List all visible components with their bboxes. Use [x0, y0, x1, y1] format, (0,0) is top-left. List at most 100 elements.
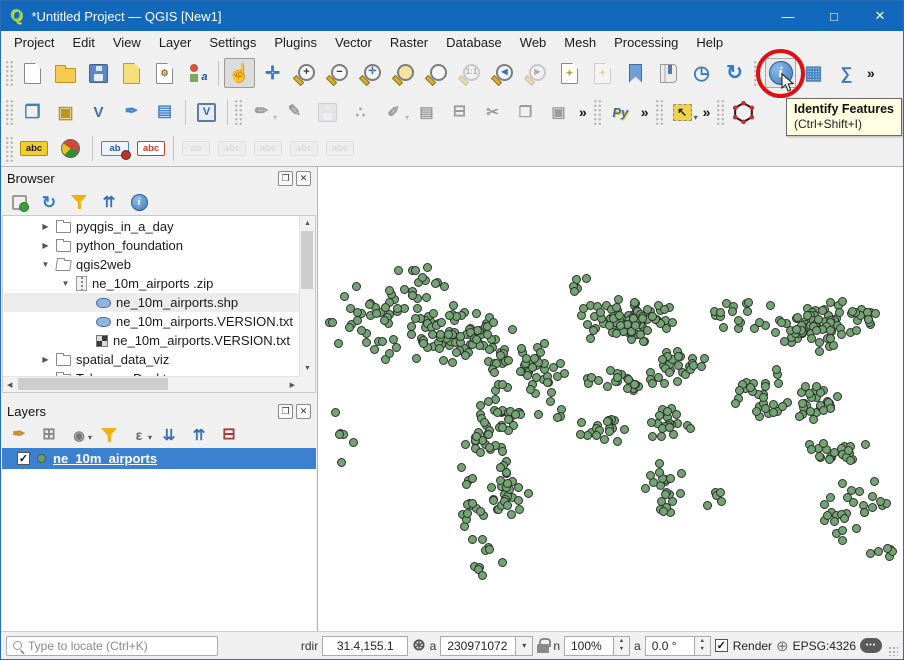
data-source-manager-icon[interactable]: ❐	[17, 97, 48, 127]
toolbar-handle[interactable]	[234, 99, 243, 125]
tree-expander-icon[interactable]: ▶	[40, 355, 51, 364]
tree-item-label[interactable]: ne_10m_airports .zip	[92, 276, 213, 291]
browser-vscroll-thumb[interactable]	[301, 231, 313, 289]
menu-edit[interactable]: Edit	[63, 33, 103, 52]
new-map-view-icon[interactable]: ✦	[554, 58, 585, 88]
temporal-controller-icon[interactable]: ◷	[686, 58, 717, 88]
crs-globe-icon[interactable]: ⊕	[776, 637, 789, 655]
expand-all-icon[interactable]: ⇊	[156, 423, 182, 447]
tree-item-label[interactable]: ne_10m_airports.VERSION.txt	[116, 314, 293, 329]
tree-item[interactable]: ▶Telegram Desktop	[4, 369, 299, 376]
scroll-up-icon[interactable]: ▲	[304, 220, 311, 227]
menu-web[interactable]: Web	[511, 33, 556, 52]
menu-layer[interactable]: Layer	[150, 33, 201, 52]
tree-expander-icon[interactable]: ▼	[60, 279, 71, 288]
menu-raster[interactable]: Raster	[381, 33, 437, 52]
tree-item[interactable]: ▼ ne_10m_airports .zip	[4, 274, 299, 293]
menu-mesh[interactable]: Mesh	[555, 33, 605, 52]
filter-by-expression-icon[interactable]: ε▾	[126, 423, 152, 447]
spin-down-icon[interactable]: ▼	[699, 646, 704, 653]
layer-labeling-icon[interactable]: abc	[17, 136, 51, 162]
pan-to-selection-icon[interactable]: ✛	[257, 58, 288, 88]
new-virtual-layer-icon[interactable]: ▤	[149, 97, 180, 127]
open-attribute-table-icon[interactable]: ▦	[798, 58, 829, 88]
scroll-left-icon[interactable]: ◀	[7, 381, 12, 389]
spin-up-icon[interactable]: ▲	[619, 638, 624, 645]
filter-legend-icon[interactable]	[96, 423, 122, 447]
add-selected-layers-icon[interactable]	[6, 190, 32, 214]
tree-expander-icon[interactable]: ▼	[40, 260, 51, 269]
toolbar-handle[interactable]	[655, 99, 664, 125]
style-manager-icon[interactable]: a	[182, 58, 213, 88]
toolbar-overflow-icon[interactable]: »	[699, 104, 715, 120]
show-spatial-bookmarks-icon[interactable]	[653, 58, 684, 88]
crs-status[interactable]: EPSG:4326	[793, 639, 856, 653]
scale-combobox[interactable]: 230971072 ▾	[440, 636, 533, 656]
toolbar-handle[interactable]	[593, 99, 602, 125]
new-geopackage-layer-icon[interactable]: ▣	[50, 97, 81, 127]
toolbar-handle[interactable]	[5, 99, 14, 125]
tree-item-label[interactable]: pyqgis_in_a_day	[76, 219, 174, 234]
dropdown-arrow-icon[interactable]: ▾	[405, 113, 409, 122]
browser-float-button[interactable]: ❐	[278, 171, 293, 186]
layers-close-button[interactable]: ✕	[296, 404, 311, 419]
identify-features-icon[interactable]: i	[765, 58, 796, 88]
locator-search-input[interactable]: Type to locate (Ctrl+K)	[6, 636, 218, 656]
layer-visibility-checkbox[interactable]: ✓	[17, 452, 30, 465]
refresh-browser-icon[interactable]: ↻	[36, 190, 62, 214]
toolbar-handle[interactable]	[5, 60, 14, 86]
save-project-icon[interactable]	[83, 58, 114, 88]
remove-layer-icon[interactable]: ⊟	[216, 423, 242, 447]
zoom-out-icon[interactable]: −	[323, 58, 354, 88]
messages-icon[interactable]: •••	[860, 638, 882, 653]
select-features-icon[interactable]: ↖▾	[667, 97, 698, 127]
browser-close-button[interactable]: ✕	[296, 171, 311, 186]
pin-labels-icon[interactable]: ab	[98, 136, 132, 162]
highlight-pinned-labels-icon[interactable]: abc	[134, 136, 168, 162]
collapse-all-icon[interactable]: ⇈	[96, 190, 122, 214]
show-statistics-icon[interactable]: ∑	[831, 58, 862, 88]
close-button[interactable]: ✕	[857, 1, 903, 31]
menu-plugins[interactable]: Plugins	[265, 33, 326, 52]
open-project-icon[interactable]	[50, 58, 81, 88]
layer-properties-icon[interactable]: i	[126, 190, 152, 214]
tree-item[interactable]: ▼qgis2web	[4, 255, 299, 274]
coordinate-input[interactable]: 31.4,155.1	[322, 636, 408, 656]
layer-name[interactable]: ne_10m_airports	[53, 451, 157, 466]
tree-item-label[interactable]: ne_10m_airports.VERSION.txt	[113, 333, 290, 348]
rotation-spinbox[interactable]: 0.0 ° ▲▼	[645, 636, 711, 656]
menu-processing[interactable]: Processing	[605, 33, 687, 52]
dropdown-arrow-icon[interactable]: ▾	[273, 113, 277, 122]
layer-item-ne-10m-airports[interactable]: ✓ ne_10m_airports	[2, 448, 316, 469]
tree-item-label[interactable]: spatial_data_viz	[76, 352, 169, 367]
toolbar-overflow-icon[interactable]: »	[575, 104, 591, 120]
tree-item[interactable]: ▶pyqgis_in_a_day	[4, 217, 299, 236]
new-spatialite-layer-icon[interactable]: ✒	[116, 97, 147, 127]
menu-view[interactable]: View	[104, 33, 150, 52]
new-project-icon[interactable]	[17, 58, 48, 88]
filter-browser-icon[interactable]	[66, 190, 92, 214]
tree-item[interactable]: ▶python_foundation	[4, 236, 299, 255]
layers-float-button[interactable]: ❐	[278, 404, 293, 419]
tree-expander-icon[interactable]: ▶	[40, 241, 51, 250]
magnifier-spinbox[interactable]: 100% ▲▼	[564, 636, 630, 656]
spin-down-icon[interactable]: ▼	[619, 646, 624, 653]
render-checkbox[interactable]: ✓ Render	[715, 639, 772, 653]
extents-toggle-icon[interactable]: ⊛	[412, 638, 425, 654]
resize-grip[interactable]	[888, 646, 898, 656]
toolbar-handle[interactable]	[716, 99, 725, 125]
layer-diagram-icon[interactable]	[53, 136, 87, 162]
scale-dropdown-icon[interactable]: ▾	[516, 636, 533, 656]
spin-up-icon[interactable]: ▲	[699, 638, 704, 645]
menu-help[interactable]: Help	[687, 33, 732, 52]
minimize-button[interactable]: —	[765, 1, 811, 31]
tree-item-label[interactable]: ne_10m_airports.shp	[116, 295, 238, 310]
zoom-full-icon[interactable]: ✛	[356, 58, 387, 88]
tree-item[interactable]: ▶ spatial_data_viz	[4, 350, 299, 369]
tree-item[interactable]: ne_10m_airports.VERSION.txt	[4, 331, 299, 350]
zoom-to-selection-icon[interactable]	[422, 58, 453, 88]
zoom-in-icon[interactable]: +	[290, 58, 321, 88]
zoom-last-icon[interactable]: ◀	[488, 58, 519, 88]
menu-project[interactable]: Project	[5, 33, 63, 52]
toolbar-handle[interactable]	[5, 136, 14, 162]
